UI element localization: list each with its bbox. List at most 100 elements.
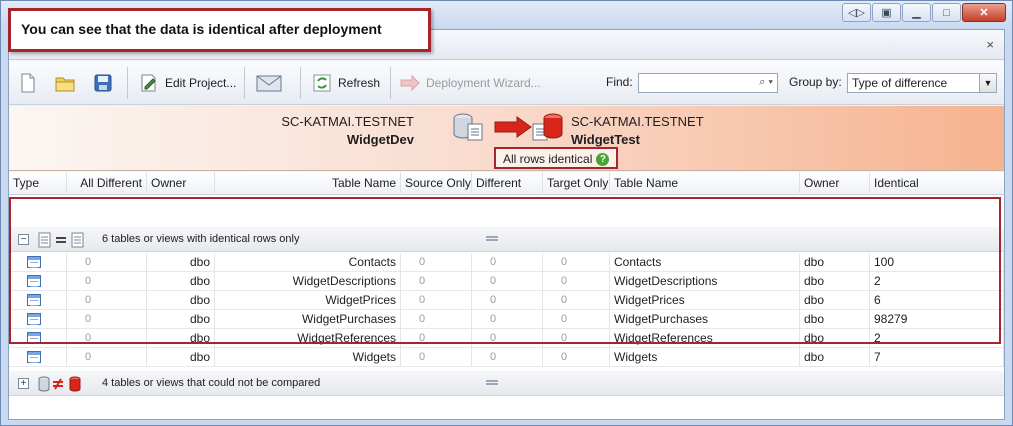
edit-project-label: Edit Project...: [165, 76, 237, 90]
table-icon: [27, 351, 41, 363]
col-different[interactable]: Different: [472, 172, 543, 195]
table-row[interactable]: 0 dbo Widgets 0 0 0 Widgets dbo 7: [9, 348, 1004, 367]
window-close-button[interactable]: ✕: [962, 3, 1006, 22]
table-row[interactable]: 0 dbo WidgetReferences 0 0 0 WidgetReferences d…: [9, 329, 1004, 348]
col-target-table-name[interactable]: Table Name: [610, 172, 800, 195]
open-button[interactable]: [54, 70, 76, 96]
source-only-cell: 0: [401, 348, 472, 367]
search-icon[interactable]: ⌕ ▾: [759, 76, 773, 89]
find-label: Find:: [606, 75, 633, 89]
edit-project-button[interactable]: Edit Project...: [138, 70, 236, 96]
all-different-cell: 0: [67, 310, 147, 329]
different-cell: 0: [472, 348, 543, 367]
group-by-select[interactable]: Type of difference ▼: [847, 73, 997, 93]
identical-cell: 2: [870, 272, 1004, 291]
type-cell: [9, 348, 67, 367]
document-close-icon[interactable]: ×: [986, 37, 994, 52]
source-only-cell: 0: [401, 291, 472, 310]
callout-text: You can see that the data is identical a…: [21, 21, 382, 37]
chevron-down-icon[interactable]: ▼: [979, 74, 996, 92]
source-database-icon: [453, 113, 483, 141]
type-cell: [9, 310, 67, 329]
table-icon: [27, 332, 41, 344]
col-all-different[interactable]: All Different: [67, 172, 147, 195]
minimize-button[interactable]: ▁: [902, 3, 931, 22]
target-owner-cell: dbo: [800, 291, 870, 310]
col-type[interactable]: Type: [9, 172, 67, 195]
group-not-compared-label: 4 tables or views that could not be comp…: [102, 377, 321, 389]
target-table-cell: WidgetReferences: [610, 329, 800, 348]
col-owner[interactable]: Owner: [147, 172, 215, 195]
refresh-button[interactable]: Refresh: [311, 70, 380, 96]
annotation-callout: You can see that the data is identical a…: [8, 8, 431, 52]
target-owner-cell: dbo: [800, 253, 870, 272]
group-identical-label: 6 tables or views with identical rows on…: [102, 233, 300, 245]
different-cell: 0: [472, 272, 543, 291]
target-only-cell: 0: [543, 310, 610, 329]
find-input[interactable]: ⌕ ▾: [638, 73, 778, 93]
comparison-banner: SC-KATMAI.TESTNET WidgetDev SC-KATMAI.TE…: [9, 106, 1004, 171]
folder-icon: [55, 77, 75, 92]
window-restore-icon[interactable]: ▣: [872, 3, 901, 22]
new-button[interactable]: [17, 70, 39, 96]
different-cell: 0: [472, 291, 543, 310]
type-cell: [9, 329, 67, 348]
source-server: SC-KATMAI.TESTNET: [281, 114, 414, 129]
table-name-cell: WidgetDescriptions: [215, 272, 401, 291]
source-only-cell: 0: [401, 329, 472, 348]
group-identical-rows[interactable]: − 6 tables or views with identical rows …: [9, 227, 1004, 252]
table-name-cell: WidgetPurchases: [215, 310, 401, 329]
expand-icon[interactable]: +: [18, 378, 29, 389]
save-button[interactable]: [92, 70, 114, 96]
target-database-icon: [532, 113, 563, 141]
group-not-compared[interactable]: + 4 tables or views that could not be co…: [9, 371, 1004, 396]
toolbar: Edit Project... Refresh Deployment Wizar…: [9, 61, 1004, 105]
source-only-cell: 0: [401, 253, 472, 272]
group-by-label: Group by:: [789, 75, 842, 89]
help-icon[interactable]: ?: [596, 152, 610, 166]
col-source-only[interactable]: Source Only: [401, 172, 472, 195]
identical-cell: 2: [870, 329, 1004, 348]
owner-cell: dbo: [147, 291, 215, 310]
owner-cell: dbo: [147, 253, 215, 272]
target-table-cell: WidgetPurchases: [610, 310, 800, 329]
table-name-cell: WidgetPrices: [215, 291, 401, 310]
identical-icon: [38, 232, 84, 248]
maximize-button[interactable]: □: [932, 3, 961, 22]
email-button[interactable]: [255, 70, 283, 96]
col-target-only[interactable]: Target Only: [543, 172, 610, 195]
table-row[interactable]: 0 dbo WidgetPurchases 0 0 0 WidgetPurchases dbo…: [9, 310, 1004, 329]
target-table-cell: WidgetPrices: [610, 291, 800, 310]
target-owner-cell: dbo: [800, 348, 870, 367]
target-table-cell: Contacts: [610, 253, 800, 272]
table-row[interactable]: 0 dbo WidgetDescriptions 0 0 0 WidgetDescripti…: [9, 272, 1004, 291]
all-different-cell: 0: [67, 253, 147, 272]
target-table-cell: WidgetDescriptions: [610, 272, 800, 291]
type-cell: [9, 272, 67, 291]
new-document-icon: [21, 73, 35, 93]
table-row[interactable]: 0 dbo WidgetPrices 0 0 0 WidgetPrices dbo 6: [9, 291, 1004, 310]
deployment-wizard-button[interactable]: Deployment Wizard...: [399, 70, 541, 96]
target-owner-cell: dbo: [800, 272, 870, 291]
different-cell: 0: [472, 253, 543, 272]
owner-cell: dbo: [147, 329, 215, 348]
source-only-cell: 0: [401, 310, 472, 329]
window-switch-icon[interactable]: ◁▷: [842, 3, 871, 22]
table-name-cell: Contacts: [215, 253, 401, 272]
col-target-owner[interactable]: Owner: [800, 172, 870, 195]
collapse-icon[interactable]: −: [18, 234, 29, 245]
source-only-cell: 0: [401, 272, 472, 291]
table-row[interactable]: 0 dbo Contacts 0 0 0 Contacts dbo 100: [9, 253, 1004, 272]
target-database: WidgetTest: [571, 132, 640, 147]
target-only-cell: 0: [543, 291, 610, 310]
col-identical[interactable]: Identical: [870, 172, 1004, 195]
type-cell: [9, 291, 67, 310]
col-table-name[interactable]: Table Name: [215, 172, 401, 195]
refresh-label: Refresh: [338, 76, 381, 90]
grid-header: Type All Different Owner Table Name Sour…: [9, 172, 1004, 195]
table-name-cell: WidgetReferences: [215, 329, 401, 348]
status-badge: All rows identical ?: [494, 147, 619, 169]
grip-icon: [486, 380, 498, 385]
deploy-direction-arrow-icon: [494, 116, 532, 138]
identical-cell: 98279: [870, 310, 1004, 329]
